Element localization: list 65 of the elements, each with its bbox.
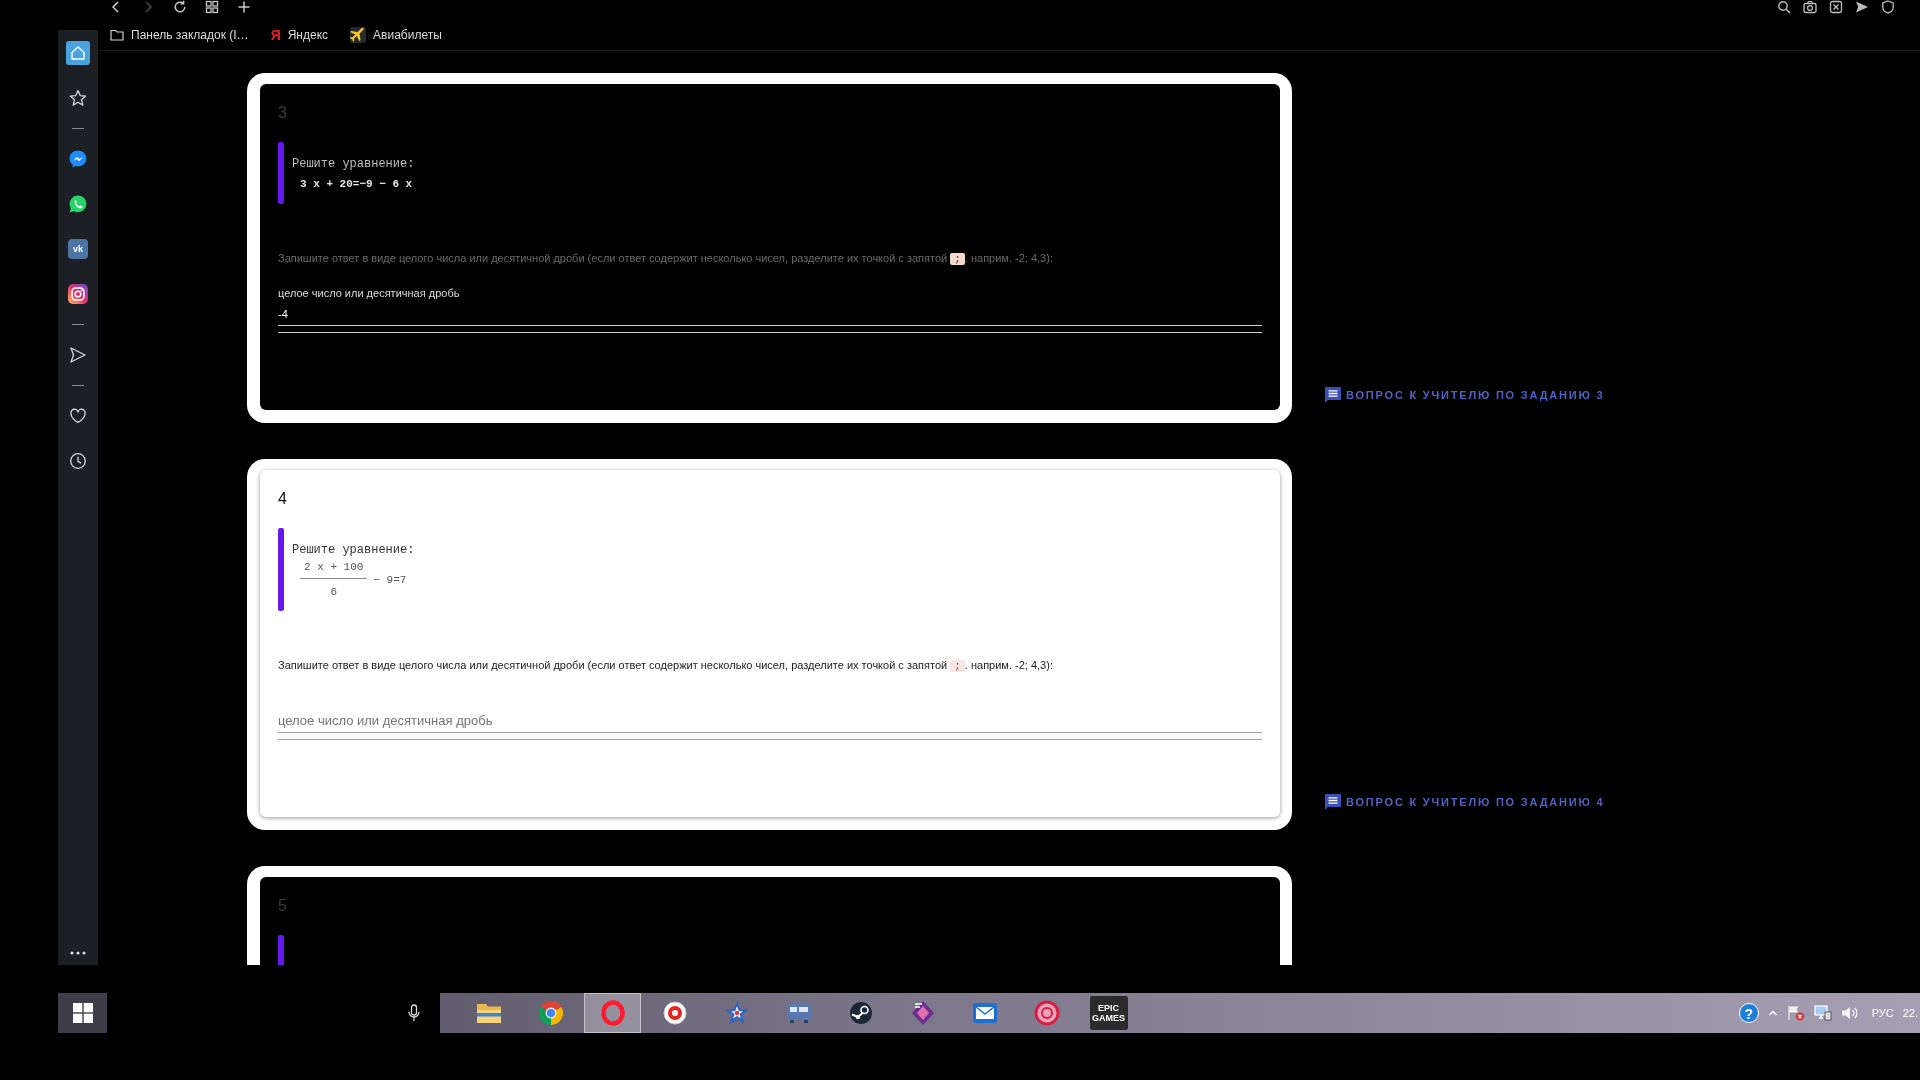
home-icon (70, 45, 86, 61)
prompt-text: Решите уравнение: (292, 156, 415, 172)
box-icon (1829, 0, 1843, 14)
ring-icon (600, 1000, 625, 1026)
bookmark-link[interactable]: Я Яндекс (266, 25, 333, 45)
camera-icon (1803, 0, 1817, 14)
star-icon (69, 89, 87, 107)
shield-icon (1881, 0, 1895, 14)
field-label: целое число или десятичная дробь (278, 286, 460, 301)
chat-icon (1325, 387, 1341, 403)
paper-plane-icon (1855, 0, 1869, 14)
equation-text: 3 x + 20=−9 − 6 x (299, 177, 413, 192)
sidebar-button[interactable] (66, 282, 90, 306)
chat-icon (1325, 794, 1341, 810)
ring-icon (1033, 1000, 1060, 1026)
paper-plane-icon (69, 346, 87, 364)
network-icon[interactable] (1813, 1005, 1832, 1021)
phone-bubble-icon (68, 194, 88, 214)
flag-icon[interactable] (1786, 1005, 1805, 1021)
instruction-text: Запишите ответ в виде целого числа или десятичной дроби (если ответ содержит несколько чисел, разделите их точкой с запятой ; . наприм. -2; 4,3): (278, 658, 1053, 674)
accent-bar (278, 142, 284, 204)
answer-field[interactable]: -4 (278, 302, 1262, 326)
bookmark-link[interactable]: Авиабилеты (346, 25, 446, 45)
task-number: 5 (278, 896, 287, 916)
search-button[interactable] (1775, 0, 1793, 14)
answer-field[interactable]: целое число или десятичная дробь (278, 709, 1262, 733)
equation-text: 2 x + 100 6 − 9=7 (292, 560, 407, 599)
circle-logo-icon (662, 1001, 687, 1025)
diamond-logo-icon (910, 1000, 935, 1026)
reload-icon (173, 0, 187, 14)
task-number: 4 (278, 489, 287, 509)
search-icon (1777, 0, 1791, 14)
shield-button[interactable] (1879, 0, 1897, 14)
circle-logo-icon (848, 1001, 873, 1025)
mail-icon (971, 1002, 998, 1024)
more-icon (70, 951, 86, 955)
question-link[interactable]: ВОПРОС К УЧИТЕЛЮ ПО ЗАДАНИЮ 3 (1325, 387, 1605, 403)
caret-up-icon[interactable] (1767, 1009, 1778, 1017)
box-button[interactable] (1827, 0, 1845, 14)
plus-icon (237, 0, 251, 14)
folder-icon (110, 29, 124, 41)
sidebar-button[interactable]: vk (66, 237, 90, 261)
tricolor-circle-icon (538, 1001, 563, 1025)
camera-logo-icon (68, 284, 88, 304)
chat-bubble-icon (68, 149, 88, 169)
help-button[interactable]: ? (1738, 1003, 1759, 1023)
question-link[interactable]: ВОПРОС К УЧИТЕЛЮ ПО ЗАДАНИЮ 4 (1325, 794, 1605, 810)
panel-icon (785, 1002, 812, 1024)
folder-icon (475, 1001, 502, 1025)
clock-text[interactable]: 22. (1902, 1007, 1918, 1019)
bookmark-link[interactable]: Панель закладок (I… (106, 26, 253, 44)
task-number: 3 (278, 103, 287, 123)
logo-icon: Я (270, 27, 281, 43)
star-logo-icon (723, 1000, 750, 1026)
camera-button[interactable] (1801, 0, 1819, 14)
instruction-text: Запишите ответ в виде целого числа или десятичной дроби (если ответ содержит несколько чисел, разделите их точкой с запятой ; . наприм. -2; 4,3): (278, 251, 1053, 267)
grid-icon (205, 0, 219, 14)
windows-logo-icon (72, 1003, 93, 1023)
start-button[interactable] (58, 993, 107, 1033)
language-indicator[interactable]: РУС (1871, 1007, 1894, 1019)
clock-icon (69, 452, 87, 470)
microphone-icon (408, 1004, 420, 1022)
heart-icon (69, 407, 87, 425)
prompt-text: Решите уравнение: (292, 542, 415, 558)
airplane-icon (350, 27, 367, 43)
